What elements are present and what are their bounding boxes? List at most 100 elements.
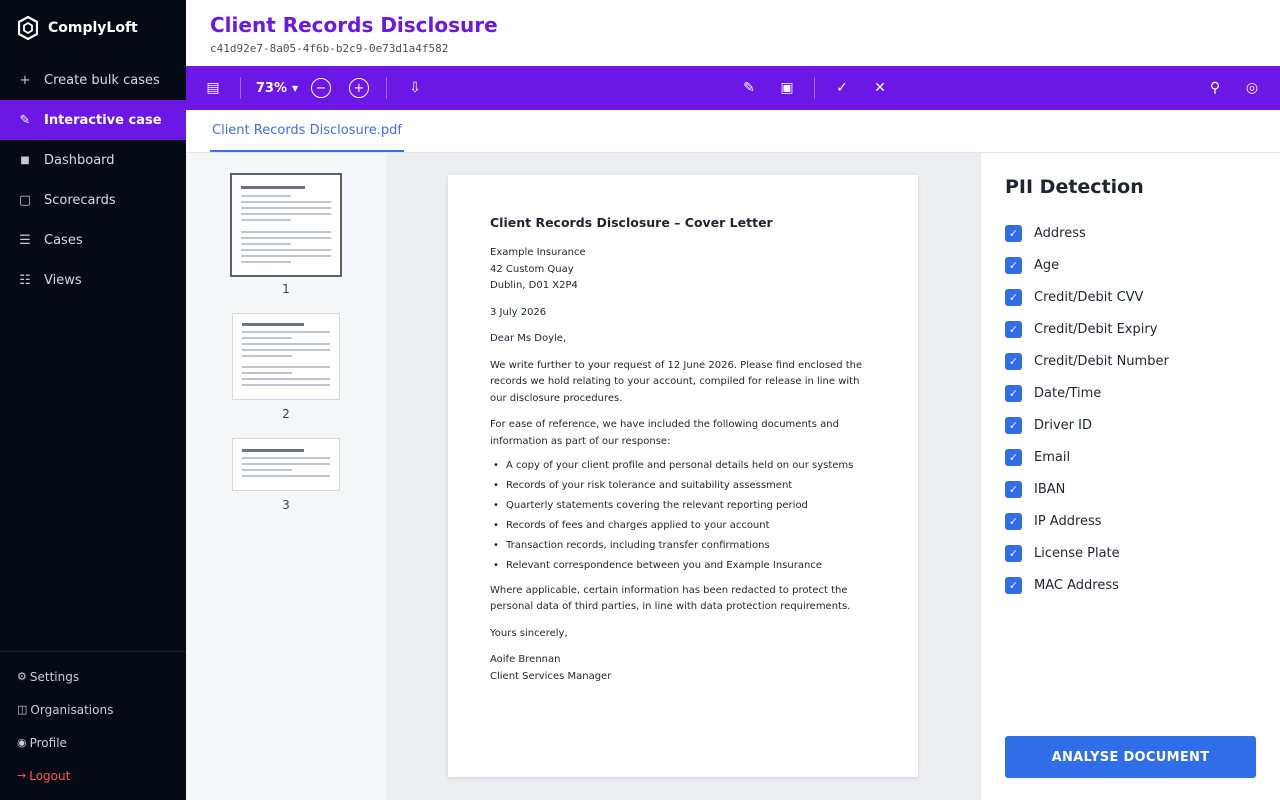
analyse-document-button[interactable]: ANALYSE DOCUMENT	[1005, 736, 1256, 778]
sidebar-item-label: Logout	[29, 768, 71, 783]
checkbox-checked[interactable]: ✓	[1005, 512, 1022, 530]
checkbox-checked[interactable]: ✓	[1005, 416, 1022, 434]
zoom-in-button[interactable]: +	[348, 66, 370, 110]
sidebar-item-label: Scorecards	[44, 192, 116, 208]
sidebar-item-scorecards[interactable]: ▢ Scorecards	[0, 180, 186, 220]
document-heading: Client Records Disclosure – Cover Letter	[490, 215, 773, 230]
sidebar-item-dashboard[interactable]: ■ Dashboard	[0, 140, 186, 180]
pii-option-label: Email	[1034, 449, 1071, 465]
sidebar-item-label: Profile	[29, 735, 67, 750]
page-thumbnail-3[interactable]	[232, 438, 340, 491]
sidebar-item-logout[interactable]: → Logout	[0, 759, 186, 792]
search-button[interactable]: ⚲	[1204, 66, 1226, 110]
sidebar-item-create-bulk-cases[interactable]: + Create bulk cases	[0, 60, 186, 100]
reject-button[interactable]: ✕	[869, 66, 891, 110]
page-thumbnail-number: 2	[282, 407, 290, 421]
zoom-select[interactable]: 73% ▼	[256, 66, 298, 110]
pii-option-label: MAC Address	[1034, 577, 1119, 593]
pii-option-expiry[interactable]: ✓ Credit/Debit Expiry	[1005, 313, 1265, 345]
square-outline-icon: ▢	[18, 192, 32, 208]
checkbox-checked[interactable]: ✓	[1005, 576, 1022, 594]
sidebar-item-label: Organisations	[30, 702, 114, 717]
sidebar: ComplyLoft + Create bulk cases ✎ Interac…	[0, 0, 186, 800]
sidebar-item-organisations[interactable]: ◫ Organisations	[0, 693, 186, 726]
pencil-icon: ✎	[743, 80, 755, 96]
page-thumbnail-number: 3	[282, 498, 290, 512]
pii-option-email[interactable]: ✓ Email	[1005, 441, 1265, 473]
case-id: c41d92e7-8a05-4f6b-b2c9-0e73d1a4f582	[210, 42, 449, 55]
checkbox-checked[interactable]: ✓	[1005, 352, 1022, 370]
zoom-out-button[interactable]: −	[310, 66, 332, 110]
checkbox-checked[interactable]: ✓	[1005, 480, 1022, 498]
checkbox-checked[interactable]: ✓	[1005, 320, 1022, 338]
pii-option-license-plate[interactable]: ✓ License Plate	[1005, 537, 1265, 569]
sidebar-bottom-nav: ⚙ Settings ◫ Organisations ◉ Profile → L…	[0, 660, 186, 792]
sidebar-item-label: Dashboard	[44, 152, 115, 168]
edit-button[interactable]: ✎	[738, 66, 760, 110]
checkbox-checked[interactable]: ✓	[1005, 384, 1022, 402]
checkbox-checked[interactable]: ✓	[1005, 448, 1022, 466]
pii-option-label: Date/Time	[1034, 385, 1102, 401]
sidebar-item-label: Cases	[44, 232, 83, 248]
document-viewer[interactable]: Client Records Disclosure – Cover Letter…	[386, 153, 980, 800]
toolbar-divider	[814, 77, 815, 99]
checkbox-checked[interactable]: ✓	[1005, 224, 1022, 242]
pii-checkbox-list: ✓ Address ✓ Age ✓ Credit/Debit CVV ✓ Credit/…	[1005, 217, 1265, 601]
body-paragraph: We write further to your request of 12 J…	[490, 359, 863, 404]
approve-button[interactable]: ✓	[831, 66, 853, 110]
target-button[interactable]: ◎	[1241, 66, 1263, 110]
list-item: Records of fees and charges applied to y…	[490, 518, 876, 535]
sidebar-item-label: Views	[44, 272, 82, 288]
hexagon-logo-icon	[18, 16, 38, 40]
body-paragraph: Where applicable, certain information ha…	[490, 584, 851, 613]
pii-option-label: IP Address	[1034, 513, 1102, 529]
sidebar-item-settings[interactable]: ⚙ Settings	[0, 660, 186, 693]
checkbox-checked[interactable]: ✓	[1005, 544, 1022, 562]
sidebar-item-profile[interactable]: ◉ Profile	[0, 726, 186, 759]
pii-option-datetime[interactable]: ✓ Date/Time	[1005, 377, 1265, 409]
pii-option-mac-address[interactable]: ✓ MAC Address	[1005, 569, 1265, 601]
list-item: Records of your risk tolerance and suita…	[490, 478, 876, 495]
checkbox-checked[interactable]: ✓	[1005, 288, 1022, 306]
sidebar-item-label: Settings	[29, 669, 80, 684]
page-thumbnail-2[interactable]	[232, 313, 340, 400]
sidebar-item-cases[interactable]: ☰ Cases	[0, 220, 186, 260]
sidebar-toggle-button[interactable]: ▤	[202, 66, 224, 110]
search-icon: ⚲	[1209, 80, 1221, 96]
sender-address: Example Insurance 42 Custom Quay Dublin,…	[490, 245, 876, 295]
letter-date: 3 July 2026	[490, 306, 547, 318]
sidebar-item-label: Create bulk cases	[44, 72, 160, 88]
pii-option-label: Credit/Debit CVV	[1034, 289, 1144, 305]
download-button[interactable]: ⇩	[404, 66, 426, 110]
pii-option-driver-id[interactable]: ✓ Driver ID	[1005, 409, 1265, 441]
redact-button[interactable]: ▣	[776, 66, 798, 110]
enclosure-list: A copy of your client profile and person…	[490, 458, 876, 575]
body-paragraph: For ease of reference, we have included …	[490, 419, 839, 447]
pii-option-age[interactable]: ✓ Age	[1005, 249, 1265, 281]
signature-block: Aoife Brennan Client Services Manager	[490, 652, 876, 685]
sidebar-item-interactive-case[interactable]: ✎ Interactive case	[0, 100, 186, 140]
signer-title: Client Services Manager	[490, 670, 612, 682]
file-tab[interactable]: Client Records Disclosure.pdf	[210, 110, 404, 152]
pii-option-card-number[interactable]: ✓ Credit/Debit Number	[1005, 345, 1265, 377]
checkbox-checked[interactable]: ✓	[1005, 256, 1022, 274]
pii-option-label: Credit/Debit Number	[1034, 353, 1169, 369]
address-line: 42 Custom Quay	[490, 263, 574, 275]
pii-option-address[interactable]: ✓ Address	[1005, 217, 1265, 249]
file-tab-bar: Client Records Disclosure.pdf	[186, 110, 1280, 153]
toolbar-divider	[240, 77, 241, 99]
pii-option-cvv[interactable]: ✓ Credit/Debit CVV	[1005, 281, 1265, 313]
download-icon: ⇩	[409, 80, 421, 96]
pii-option-ip-address[interactable]: ✓ IP Address	[1005, 505, 1265, 537]
brand[interactable]: ComplyLoft	[18, 16, 138, 40]
user-circle-icon: ◉	[17, 736, 27, 749]
pii-option-iban[interactable]: ✓ IBAN	[1005, 473, 1265, 505]
sidebar-item-views[interactable]: ☷ Views	[0, 260, 186, 300]
pii-option-label: Age	[1034, 257, 1060, 273]
page-thumbnail-1[interactable]	[230, 173, 342, 277]
redact-box-icon: ▣	[780, 80, 794, 96]
plus-icon: +	[19, 72, 31, 88]
list-item: Transaction records, including transfer …	[490, 538, 876, 555]
close-icon: ✕	[874, 80, 886, 96]
address-line: Example Insurance	[490, 247, 586, 258]
